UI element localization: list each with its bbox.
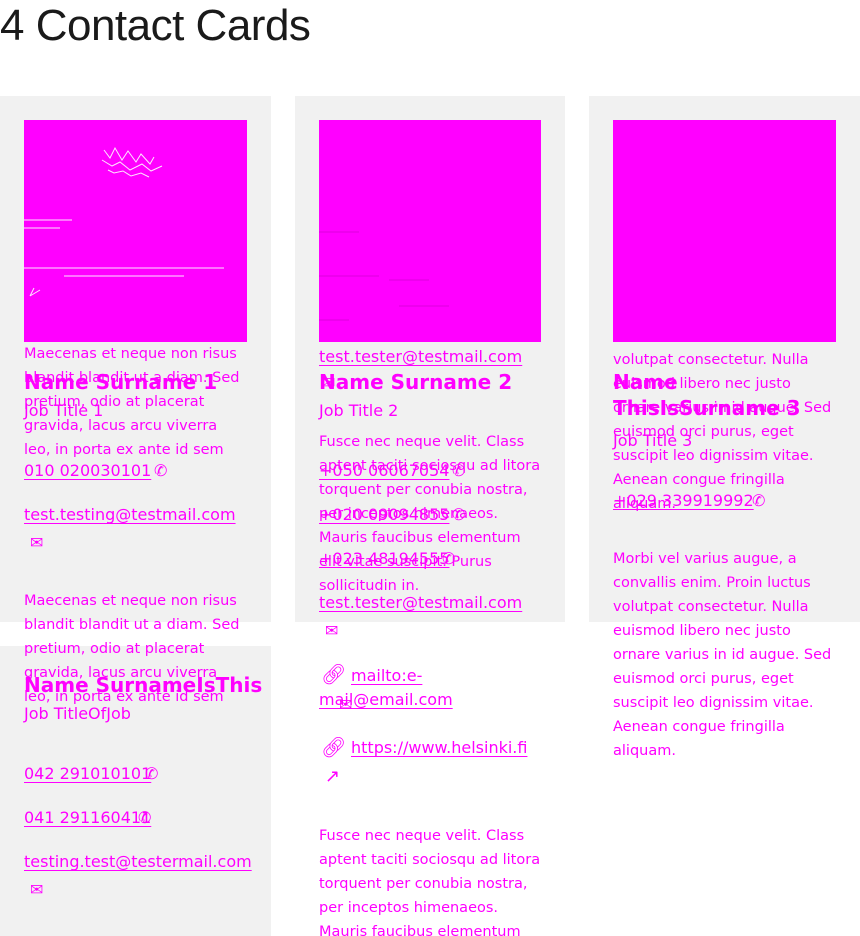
phone-icon: ✆ xyxy=(752,491,766,510)
phone-icon: ✆ xyxy=(452,461,466,480)
phone-link[interactable]: +029 339919992 xyxy=(613,490,754,512)
job-title: Job Title 1 xyxy=(24,401,104,420)
job-title: Job Title 3 xyxy=(613,431,693,450)
mail-icon: ✉ xyxy=(30,533,44,552)
email-link[interactable]: testing.test@testermail.com xyxy=(24,851,252,873)
external-link-icon: ↗ xyxy=(325,766,341,787)
contact-name: Name ThisIsSurname 3 xyxy=(613,370,801,420)
phone-link[interactable]: +050 06067054 xyxy=(319,460,449,482)
phone-icon: ✆ xyxy=(452,505,466,524)
phone-icon: ✆ xyxy=(145,764,159,783)
contact-name: Name Surname 2 xyxy=(319,370,513,394)
phone-link[interactable]: 010 020030101 xyxy=(24,460,151,482)
contact-photo xyxy=(319,120,541,342)
mail-icon: ✉ xyxy=(322,373,336,392)
card-description: Fusce nec neque velit. Class aptent taci… xyxy=(319,828,541,936)
mail-icon: ✉ xyxy=(325,621,339,640)
phone-icon: ✆ xyxy=(138,808,152,827)
job-title: Job TitleOfJob xyxy=(24,704,131,723)
email-link[interactable]: test.tester@testmail.com xyxy=(319,346,522,368)
contact-name: Name Surname 1 xyxy=(24,370,218,394)
contact-name: Name SurnameIsThis xyxy=(24,673,263,697)
email-link[interactable]: test.tester@testmail.com xyxy=(319,592,522,614)
phone-icon: ✆ xyxy=(154,461,168,480)
mail-icon: ✉ xyxy=(339,695,353,714)
phone-icon: ✆ xyxy=(442,549,456,568)
email-link[interactable]: test.testing@testmail.com xyxy=(24,504,236,526)
phone-link[interactable]: +023 48194555 xyxy=(319,548,449,570)
card-description: Morbi vel varius augue, a convallis enim… xyxy=(613,551,832,759)
contact-photo xyxy=(613,120,836,342)
mail-icon: ✉ xyxy=(30,880,44,899)
phone-link[interactable]: 041 291160411 xyxy=(24,807,151,829)
phone-link[interactable]: +020 09094855 xyxy=(319,504,449,526)
job-title: Job Title 2 xyxy=(319,401,399,420)
web-link[interactable]: https://www.helsinki.fi xyxy=(351,737,527,759)
page-title: 4 Contact Cards xyxy=(0,1,311,50)
phone-link[interactable]: 042 291010101 xyxy=(24,763,151,785)
link-icon: 🔗︎ xyxy=(321,735,347,759)
contact-photo xyxy=(24,120,247,342)
